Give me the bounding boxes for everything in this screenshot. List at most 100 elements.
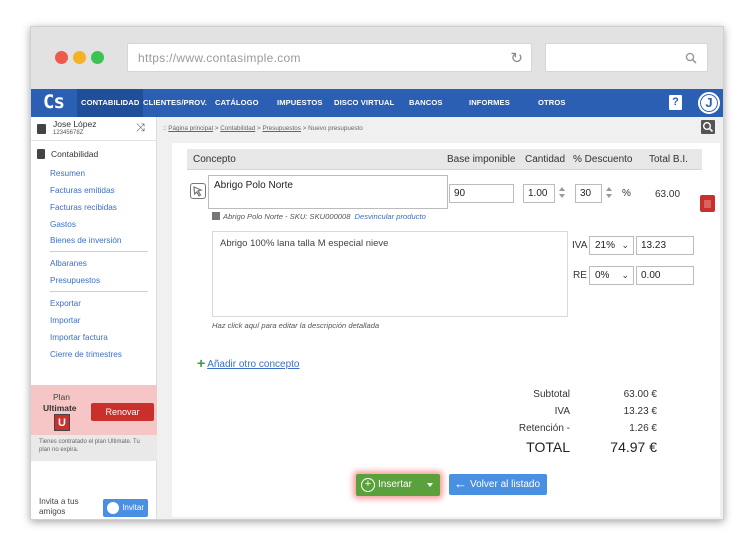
help-icon[interactable]: ? xyxy=(669,95,682,110)
minimize-window-button[interactable] xyxy=(73,51,86,64)
plus-circle-icon: + xyxy=(361,478,375,492)
total-value: 74.97 € xyxy=(610,439,657,455)
re-rate-select[interactable]: 0% ⌄ xyxy=(589,266,634,285)
qty-stepper[interactable] xyxy=(557,184,566,203)
line-total: 63.00 xyxy=(655,189,681,200)
maximize-window-button[interactable] xyxy=(91,51,104,64)
sidebar-item-importar-factura[interactable]: Importar factura xyxy=(50,333,108,342)
add-concept-link[interactable]: + Añadir otro concepto xyxy=(197,355,299,371)
sidebar-section-title: Contabilidad xyxy=(37,149,98,159)
plus-icon: + xyxy=(197,355,206,371)
main-content: :: Página principal > Contabilidad > Pre… xyxy=(157,117,723,519)
retention-label: Retención - xyxy=(518,423,570,434)
total-label: TOTAL xyxy=(526,439,570,455)
plan-badge: U xyxy=(54,414,70,431)
breadcrumb: :: Página principal > Contabilidad > Pre… xyxy=(163,125,363,132)
nav-item-contabilidad[interactable]: CONTABILIDAD xyxy=(77,89,144,117)
document-icon xyxy=(37,149,45,159)
discount-stepper[interactable] xyxy=(604,184,613,203)
cursor-select-icon[interactable] xyxy=(190,183,206,199)
arrow-left-icon: ← xyxy=(454,476,467,491)
breadcrumb-contabilidad[interactable]: Contabilidad xyxy=(220,125,255,132)
nav-item-catalogo[interactable]: CATÁLOGO xyxy=(215,98,259,107)
base-input[interactable]: 90 xyxy=(449,184,514,203)
header-descuento: % Descuento xyxy=(573,154,633,165)
subtotal-label: Subtotal xyxy=(533,389,570,400)
re-label: RE xyxy=(573,270,587,281)
sidebar-item-importar[interactable]: Importar xyxy=(50,316,80,325)
sidebar-item-presupuestos[interactable]: Presupuestos xyxy=(50,276,100,285)
nav-item-bancos[interactable]: BANCOS xyxy=(409,98,443,107)
description-hint: Haz click aquí para editar la descripció… xyxy=(212,321,380,330)
product-info: Abrigo Polo Norte - SKU: SKU000008 Desvin… xyxy=(212,212,426,221)
address-bar[interactable]: https://www.contasimple.com ↻ xyxy=(127,43,532,72)
globe-icon xyxy=(107,502,119,514)
iva-total-label: IVA xyxy=(554,406,570,417)
back-to-list-button[interactable]: ← Volver al listado xyxy=(449,474,547,495)
iva-rate-select[interactable]: 21% ⌄ xyxy=(589,236,634,255)
switch-user-icon[interactable]: ⤨ xyxy=(136,122,145,135)
breadcrumb-bar: :: Página principal > Contabilidad > Pre… xyxy=(157,117,723,141)
chevron-down-icon: ⌄ xyxy=(621,240,629,250)
header-cantidad: Cantidad xyxy=(525,154,566,165)
product-icon xyxy=(212,212,220,220)
discount-input[interactable]: 30 xyxy=(575,184,602,203)
plan-name: Ultimate xyxy=(43,403,77,413)
nav-item-informes[interactable]: INFORMES xyxy=(469,98,510,107)
table-header: Concepto Base imponible Cantidad % Descu… xyxy=(187,149,702,170)
iva-total-value: 13.23 € xyxy=(623,406,657,417)
header-concepto: Concepto xyxy=(193,154,236,165)
reload-icon[interactable]: ↻ xyxy=(510,49,523,67)
browser-search-bar[interactable] xyxy=(545,43,708,72)
renew-button[interactable]: Renovar xyxy=(91,403,154,421)
unlink-product-link[interactable]: Desvincular producto xyxy=(354,212,425,221)
sidebar-item-exportar[interactable]: Exportar xyxy=(50,299,81,308)
qty-input[interactable]: 1.00 xyxy=(523,184,555,203)
sidebar-item-cierre-trimestres[interactable]: Cierre de trimestres xyxy=(50,350,122,359)
invite-text: Invita a tus amigos xyxy=(39,497,79,516)
user-box: Jose López 12345678Z ⤨ xyxy=(31,117,157,141)
avatar[interactable]: J xyxy=(698,92,720,114)
plan-label: Plan xyxy=(53,392,71,402)
header-total: Total B.I. xyxy=(649,154,688,165)
sidebar-item-albaranes[interactable]: Albaranes xyxy=(50,259,87,268)
plan-box: Plan Ultimate U Renovar xyxy=(31,385,157,435)
app-logo[interactable]: Cs xyxy=(43,91,65,113)
iva-amount-input[interactable]: 13.23 xyxy=(636,236,694,255)
percent-sign: % xyxy=(622,188,631,199)
description-input[interactable]: Abrigo 100% lana talla M especial nieve xyxy=(212,231,568,317)
browser-chrome: https://www.contasimple.com ↻ xyxy=(31,27,723,89)
search-icon xyxy=(685,52,697,64)
nav-item-otros[interactable]: OTROS xyxy=(538,98,566,107)
header-base: Base imponible xyxy=(447,154,516,165)
breadcrumb-current: Nuevo presupuesto xyxy=(308,125,363,132)
retention-value: 1.26 € xyxy=(629,423,657,434)
chevron-down-icon: ⌄ xyxy=(621,270,629,280)
subtotal-value: 63.00 € xyxy=(623,389,657,400)
sidebar-divider xyxy=(50,251,148,252)
sidebar-divider xyxy=(50,291,148,292)
breadcrumb-home[interactable]: Página principal xyxy=(168,125,213,132)
nav-item-disco-virtual[interactable]: DISCO VIRTUAL xyxy=(334,98,394,107)
delete-line-icon[interactable] xyxy=(700,195,715,212)
plan-note: Tienes contratado el plan Ultimate. Tu p… xyxy=(31,435,157,461)
invite-button[interactable]: Invitar xyxy=(103,499,148,517)
sidebar-item-bienes-inversion[interactable]: Bienes de inversión xyxy=(50,236,121,245)
concept-input[interactable]: Abrigo Polo Norte xyxy=(208,175,448,209)
re-amount-input[interactable]: 0.00 xyxy=(636,266,694,285)
sidebar-item-facturas-recibidas[interactable]: Facturas recibidas xyxy=(50,203,117,212)
nav-item-clientes[interactable]: CLIENTES/PROV. xyxy=(143,98,207,107)
nav-item-impuestos[interactable]: IMPUESTOS xyxy=(277,98,323,107)
breadcrumb-presupuestos[interactable]: Presupuestos xyxy=(262,125,301,132)
sidebar-item-resumen[interactable]: Resumen xyxy=(50,169,85,178)
close-window-button[interactable] xyxy=(55,51,68,64)
user-name: Jose López xyxy=(53,119,97,129)
sidebar-item-gastos[interactable]: Gastos xyxy=(50,220,76,229)
iva-label: IVA xyxy=(572,240,588,251)
insert-button[interactable]: + Insertar xyxy=(356,474,440,496)
dropdown-caret-icon[interactable] xyxy=(427,483,433,487)
top-navigation: Cs CONTABILIDAD CLIENTES/PROV. CATÁLOGO … xyxy=(31,89,723,117)
sidebar-item-facturas-emitidas[interactable]: Facturas emitidas xyxy=(50,186,115,195)
url-text: https://www.contasimple.com xyxy=(138,51,301,65)
search-icon[interactable] xyxy=(701,120,715,134)
